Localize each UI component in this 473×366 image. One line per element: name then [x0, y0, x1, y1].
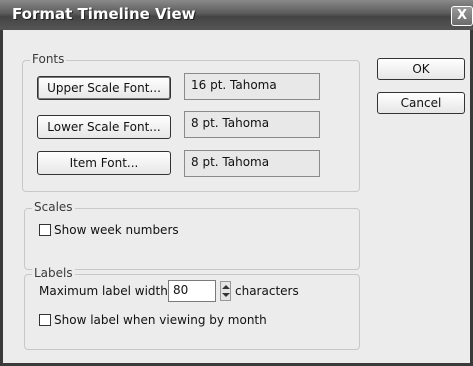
characters-unit-label: characters	[235, 284, 299, 298]
scales-legend: Scales	[32, 200, 75, 214]
labels-legend: Labels	[32, 266, 75, 280]
upper-scale-font-button[interactable]: Upper Scale Font...	[37, 76, 171, 100]
show-label-by-month-checkbox[interactable]	[39, 314, 51, 326]
cancel-button[interactable]: Cancel	[377, 92, 465, 114]
max-label-width-spinner[interactable]	[220, 281, 231, 301]
format-timeline-view-dialog: Format Timeline View X Fonts Upper Scale…	[0, 0, 473, 366]
scales-group: Scales	[24, 200, 360, 270]
spin-up-icon[interactable]	[222, 285, 230, 289]
fonts-legend: Fonts	[30, 52, 67, 66]
dialog-body: Fonts Upper Scale Font... 16 pt. Tahoma …	[3, 30, 470, 363]
lower-scale-font-button[interactable]: Lower Scale Font...	[37, 115, 171, 139]
lower-scale-font-value: 8 pt. Tahoma	[184, 111, 320, 138]
item-font-button[interactable]: Item Font...	[37, 151, 171, 175]
max-label-width-input[interactable]: 80	[168, 280, 216, 302]
show-week-numbers-checkbox[interactable]	[39, 224, 51, 236]
max-label-width-label: Maximum label width:	[39, 284, 172, 298]
dialog-title: Format Timeline View	[12, 5, 196, 23]
item-font-value: 8 pt. Tahoma	[184, 150, 320, 177]
ok-button[interactable]: OK	[377, 58, 465, 80]
close-icon[interactable]: X	[451, 6, 473, 26]
spin-down-icon[interactable]	[222, 293, 230, 297]
show-label-by-month-label: Show label when viewing by month	[54, 313, 267, 327]
title-bar[interactable]: Format Timeline View X	[0, 0, 473, 30]
show-week-numbers-label: Show week numbers	[54, 223, 179, 237]
upper-scale-font-value: 16 pt. Tahoma	[184, 73, 320, 100]
